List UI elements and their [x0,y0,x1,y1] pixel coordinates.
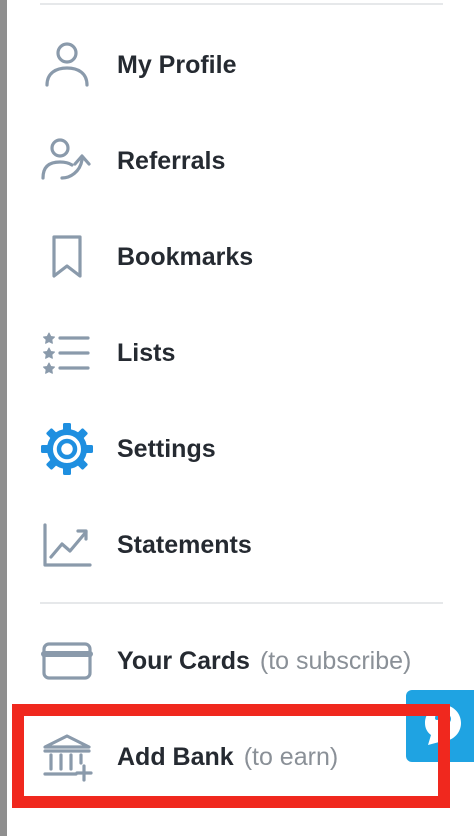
menu-item-add-bank-label: Add Bank (to earn) [117,743,339,771]
gear-icon [40,422,94,476]
your-cards-subtitle: (to subscribe) [259,647,412,675]
menu-item-my-profile-label: My Profile [117,51,237,79]
menu-item-bookmarks[interactable]: Bookmarks [0,209,474,305]
menu-item-statements[interactable]: Statements [0,497,474,593]
list-icon [40,326,94,380]
menu-item-my-profile[interactable]: My Profile [0,17,474,113]
menu-item-lists-label: Lists [117,339,176,367]
chart-icon [40,518,94,572]
card-icon [40,634,94,688]
help-chat-icon [425,705,461,745]
menu-item-your-cards-label: Your Cards (to subscribe) [117,647,412,675]
help-chat-button[interactable] [406,690,474,762]
menu-item-statements-label: Statements [117,531,252,559]
menu-item-bookmarks-label: Bookmarks [117,243,254,271]
menu-item-your-cards[interactable]: Your Cards (to subscribe) [0,613,474,709]
section-divider [40,602,443,604]
menu-item-settings[interactable]: Settings [0,401,474,497]
menu-item-add-bank[interactable]: Add Bank (to earn) [0,709,474,805]
menu-item-referrals-label: Referrals [117,147,226,175]
bank-icon [40,730,94,784]
menu-item-settings-label: Settings [117,435,216,463]
referral-icon [40,134,94,188]
menu-item-lists[interactable]: Lists [0,305,474,401]
menu-item-referrals[interactable]: Referrals [0,113,474,209]
top-divider [40,3,443,5]
bookmark-icon [40,230,94,284]
user-icon [40,38,94,92]
add-bank-subtitle: (to earn) [243,743,339,771]
